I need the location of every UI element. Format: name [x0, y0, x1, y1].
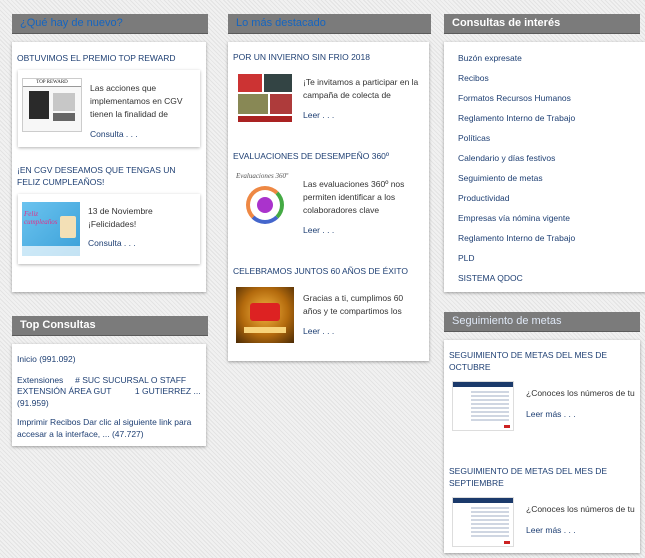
aniversario-more-link[interactable]: Leer . . . [303, 326, 423, 336]
highlights-header: Lo más destacado [228, 14, 431, 34]
evaluaciones-link[interactable]: EVALUACIONES DE DESEMPEÑO 360º [233, 151, 389, 161]
news-card: TOP REWARD Las acciones que implementamo… [18, 70, 200, 147]
more-link-text[interactable]: Consulta . . . [88, 238, 136, 248]
birthday-more-link[interactable]: Consulta . . . [88, 238, 194, 248]
metas-septiembre-summary: ¿Conoces los números de tu [526, 504, 635, 514]
news-article-title[interactable]: OBTUVIMOS EL PREMIO TOP REWARD [17, 52, 201, 64]
metas-octubre-summary: ¿Conoces los números de tu [526, 388, 635, 398]
invierno-thumbnail[interactable] [236, 72, 294, 124]
highlights-box: POR UN INVIERNO SIN FRIO 2018 ¡Te invita… [228, 42, 429, 361]
interest-link[interactable]: Reglamento Interno de Trabajo [458, 228, 638, 248]
top-consulta-item[interactable]: Inicio (991.092) [17, 354, 201, 366]
top-reward-summary: Las acciones que implementamos en CGV ti… [90, 83, 183, 119]
interest-link[interactable]: PLD [458, 248, 638, 268]
news-article-title[interactable]: ¡EN CGV DESEAMOS QUE TENGAS UN FELIZ CUM… [17, 164, 201, 188]
evaluaciones-summary: Las evaluaciones 360º nos permiten ident… [303, 179, 405, 215]
birthday-thumb-label: Feliz cumpleaños [24, 210, 58, 226]
aniversario-summary: Gracias a ti, cumplimos 60 años y te com… [303, 293, 404, 316]
interest-link[interactable]: Seguimiento de metas [458, 168, 638, 188]
metas-box: SEGUIMIENTO DE METAS DEL MES DE OCTUBRE … [444, 340, 640, 553]
more-link-text[interactable]: Leer . . . [303, 326, 334, 336]
interest-link[interactable]: Productividad [458, 188, 638, 208]
interest-link[interactable]: Buzón expresate [458, 48, 638, 68]
invierno-more-link[interactable]: Leer . . . [303, 110, 423, 120]
evaluaciones-thumbnail[interactable]: Evaluaciones 360º [236, 172, 294, 230]
interest-link[interactable]: Empresas vía nómina vigente [458, 208, 638, 228]
metas-article-title[interactable]: SEGUIMIENTO DE METAS DEL MES DE OCTUBRE [449, 349, 635, 373]
metas-header: Seguimiento de metas [444, 312, 640, 332]
birthday-date: 13 de Noviembre [88, 206, 153, 216]
interest-link[interactable]: Políticas [458, 128, 638, 148]
birthday-thumbnail[interactable]: Feliz cumpleaños [22, 202, 80, 256]
metas-octubre-thumbnail[interactable] [452, 381, 514, 431]
highlights-column: Lo más destacado POR UN INVIERNO SIN FRI… [228, 14, 431, 361]
evaluaciones-thumb-label: Evaluaciones 360º [236, 172, 289, 180]
interest-links-box: Buzón expresate Recibos Formatos Recurso… [444, 42, 645, 292]
interest-link[interactable]: Reglamento Interno de Trabajo [458, 108, 638, 128]
evaluaciones-more-link[interactable]: Leer . . . [303, 225, 423, 235]
top-consulta-item[interactable]: Extensiones # SUC SUCURSAL O STAFF EXTEN… [17, 375, 201, 410]
highlight-article-title[interactable]: POR UN INVIERNO SIN FRIO 2018 [233, 51, 424, 63]
interest-header: Consultas de interés [444, 14, 640, 34]
birthday-greeting: ¡Felicidades! [88, 219, 137, 229]
interest-link[interactable]: Recibos [458, 68, 638, 88]
more-link-text[interactable]: Consulta . . . [90, 129, 138, 139]
top-consultas-box: Inicio (991.092) Extensiones # SUC SUCUR… [12, 344, 206, 446]
top-reward-thumbnail[interactable]: TOP REWARD [22, 78, 82, 132]
metas-septiembre-thumbnail[interactable] [452, 497, 514, 547]
interest-link[interactable]: Formatos Recursos Humanos [458, 88, 638, 108]
top-consulta-item[interactable]: Imprimir Recibos Dar clic al siguiente l… [17, 417, 201, 440]
interest-link[interactable]: Calendario y días festivos [458, 148, 638, 168]
metas-article-title[interactable]: SEGUIMIENTO DE METAS DEL MES DE SEPTIEMB… [449, 465, 635, 489]
interest-column: Consultas de interés Buzón expresate Rec… [444, 14, 645, 553]
more-link-text[interactable]: Leer más . . . [526, 525, 576, 535]
metas-octubre-more-link[interactable]: Leer más . . . [526, 409, 635, 419]
news-box: OBTUVIMOS EL PREMIO TOP REWARD TOP REWAR… [12, 42, 206, 292]
news-card: Feliz cumpleaños 13 de Noviembre ¡Felici… [18, 194, 200, 264]
invierno-link[interactable]: POR UN INVIERNO SIN FRIO 2018 [233, 52, 370, 62]
more-link-text[interactable]: Leer más . . . [526, 409, 576, 419]
more-link-text[interactable]: Leer . . . [303, 225, 334, 235]
metas-octubre-link[interactable]: SEGUIMIENTO DE METAS DEL MES DE OCTUBRE [449, 350, 607, 372]
news-header: ¿Qué hay de nuevo? [12, 14, 208, 34]
top-reward-more-link[interactable]: Consulta . . . [90, 129, 194, 139]
more-link-text[interactable]: Leer . . . [303, 110, 334, 120]
interest-link[interactable]: SISTEMA QDOC [458, 268, 638, 288]
invierno-summary: ¡Te invitamos a participar en la campaña… [303, 77, 419, 100]
top-consultas-header: Top Consultas [12, 316, 208, 336]
news-column: ¿Qué hay de nuevo? OBTUVIMOS EL PREMIO T… [12, 14, 208, 446]
thumb-label: TOP REWARD [23, 79, 81, 87]
metas-septiembre-more-link[interactable]: Leer más . . . [526, 525, 635, 535]
birthday-link[interactable]: ¡EN CGV DESEAMOS QUE TENGAS UN FELIZ CUM… [17, 165, 176, 187]
highlight-article-title[interactable]: CELEBRAMOS JUNTOS 60 AÑOS DE ÉXITO [233, 265, 424, 277]
aniversario-link[interactable]: CELEBRAMOS JUNTOS 60 AÑOS DE ÉXITO [233, 266, 408, 276]
metas-septiembre-link[interactable]: SEGUIMIENTO DE METAS DEL MES DE SEPTIEMB… [449, 466, 607, 488]
aniversario-thumbnail[interactable] [236, 287, 294, 343]
top-reward-link[interactable]: OBTUVIMOS EL PREMIO TOP REWARD [17, 53, 176, 63]
highlight-article-title[interactable]: EVALUACIONES DE DESEMPEÑO 360º [233, 150, 424, 162]
